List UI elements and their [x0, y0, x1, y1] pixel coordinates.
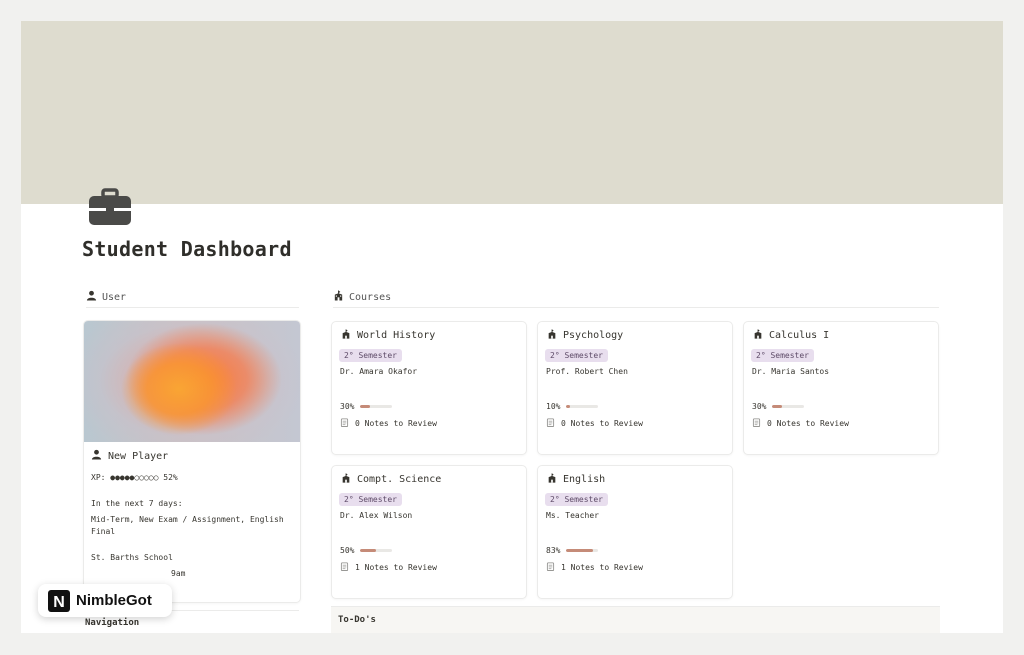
progress-label: 83% [546, 546, 561, 555]
course-card-calculus[interactable]: Calculus I 2° Semester Dr. Maria Santos … [743, 321, 939, 455]
course-progress: 10% [546, 402, 599, 411]
progress-label: 10% [546, 402, 561, 411]
progress-label: 50% [340, 546, 355, 555]
school-icon [547, 473, 557, 486]
school-icon [341, 473, 351, 486]
school-icon [753, 329, 763, 342]
notes-count: 0 Notes to Review [767, 419, 849, 428]
course-teacher: Dr. Maria Santos [752, 367, 830, 376]
course-title-row: Psychology [547, 329, 623, 342]
semester-tag: 2° Semester [339, 493, 402, 506]
person-icon [86, 290, 97, 304]
semester-tag: 2° Semester [545, 349, 608, 362]
todos-heading[interactable]: To-Do's [331, 606, 940, 633]
course-title: Psychology [563, 330, 624, 341]
next-days-label: In the next 7 days: [91, 499, 183, 508]
school-icon [547, 329, 557, 342]
notes-count: 0 Notes to Review [561, 419, 643, 428]
course-title: Calculus I [769, 330, 830, 341]
course-progress: 83% [546, 546, 599, 555]
brand-logo-icon: N [48, 589, 70, 612]
notes-row: 0 Notes to Review [752, 418, 849, 429]
course-title: World History [357, 330, 436, 341]
course-teacher: Dr. Amara Okafor [340, 367, 418, 376]
progress-bar [360, 405, 393, 408]
progress-label: 30% [340, 402, 355, 411]
notepad-icon [546, 562, 555, 573]
notepad-icon [340, 562, 349, 573]
progress-bar [772, 405, 805, 408]
brand-badge: N NimbleGot [38, 584, 172, 617]
user-card[interactable]: New Player XP: ●●●●●○○○○○ 52% In the nex… [83, 320, 301, 603]
navigation-heading: Navigation [85, 618, 140, 628]
user-xp: XP: ●●●●●○○○○○ 52% [91, 473, 178, 482]
school-name: St. Barths School [91, 553, 173, 562]
notion-page: Student Dashboard User New Player XP: ●●… [21, 21, 1003, 633]
brand-logo-letter: N [53, 594, 65, 611]
notes-row: 0 Notes to Review [340, 418, 437, 429]
brand-name: NimbleGot [76, 592, 152, 609]
course-teacher: Prof. Robert Chen [546, 367, 628, 376]
upcoming-items: Mid-Term, New Exam / Assignment, English… [91, 515, 284, 536]
progress-bar [566, 405, 599, 408]
course-progress: 30% [752, 402, 805, 411]
page-cover[interactable] [21, 21, 1003, 204]
course-card-world-history[interactable]: World History 2° Semester Dr. Amara Okaf… [331, 321, 527, 455]
notepad-icon [752, 418, 761, 429]
notes-row: 1 Notes to Review [546, 562, 643, 573]
course-title: Compt. Science [357, 474, 442, 485]
user-card-cover [84, 321, 300, 442]
course-progress: 50% [340, 546, 393, 555]
briefcase-icon[interactable] [85, 181, 135, 231]
course-title: English [563, 474, 606, 485]
semester-tag: 2° Semester [751, 349, 814, 362]
course-title-row: World History [341, 329, 435, 342]
user-name: New Player [108, 450, 169, 462]
notes-row: 1 Notes to Review [340, 562, 437, 573]
course-progress: 30% [340, 402, 393, 411]
school-icon [341, 329, 351, 342]
notes-row: 0 Notes to Review [546, 418, 643, 429]
course-card-computer-science[interactable]: Compt. Science 2° Semester Dr. Alex Wils… [331, 465, 527, 599]
courses-section-label: Courses [349, 291, 392, 303]
user-section-heading: User [86, 287, 299, 308]
notepad-icon [340, 418, 349, 429]
progress-label: 30% [752, 402, 767, 411]
courses-section-heading: Courses [333, 287, 939, 308]
notes-count: 0 Notes to Review [355, 419, 437, 428]
notes-count: 1 Notes to Review [561, 563, 643, 572]
course-title-row: English [547, 473, 605, 486]
progress-bar [566, 549, 599, 552]
course-title-row: Calculus I [753, 329, 829, 342]
course-teacher: Ms. Teacher [546, 511, 599, 520]
user-name-row: New Player [91, 449, 293, 464]
course-card-psychology[interactable]: Psychology 2° Semester Prof. Robert Chen… [537, 321, 733, 455]
notes-count: 1 Notes to Review [355, 563, 437, 572]
course-teacher: Dr. Alex Wilson [340, 511, 413, 520]
time-fragment: 9am [171, 569, 186, 578]
semester-tag: 2° Semester [545, 493, 608, 506]
notepad-icon [546, 418, 555, 429]
course-title-row: Compt. Science [341, 473, 441, 486]
person-icon [91, 449, 102, 464]
course-card-english[interactable]: English 2° Semester Ms. Teacher 83% 1 No… [537, 465, 733, 599]
user-section-label: User [102, 291, 127, 303]
page-title[interactable]: Student Dashboard [82, 237, 292, 261]
progress-bar [360, 549, 393, 552]
semester-tag: 2° Semester [339, 349, 402, 362]
school-icon [333, 290, 344, 304]
